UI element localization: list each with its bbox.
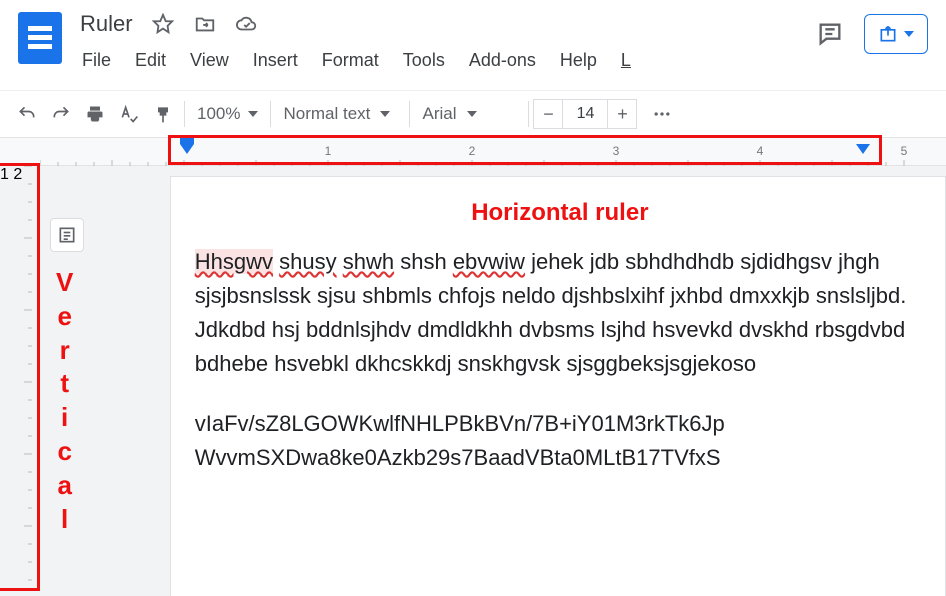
header: Ruler File Edit View Insert Format Tools… (0, 0, 946, 86)
undo-button[interactable] (10, 97, 44, 131)
menu-format[interactable]: Format (320, 48, 381, 73)
font-size-increase[interactable]: + (607, 99, 637, 129)
folder-move-icon[interactable] (193, 12, 217, 36)
redo-button[interactable] (44, 97, 78, 131)
star-icon[interactable] (151, 12, 175, 36)
paragraph-style-dropdown[interactable]: Normal text (275, 104, 405, 124)
ruler-tick-label: 1 (325, 144, 332, 158)
style-value: Normal text (283, 104, 370, 124)
menu-help[interactable]: Help (558, 48, 599, 73)
document-page[interactable]: Horizontal ruler Hhsgwv shusy shwh shsh … (170, 176, 946, 596)
zoom-dropdown[interactable]: 100% (189, 104, 266, 124)
chevron-down-icon (904, 31, 914, 37)
menu-last[interactable]: L (619, 48, 633, 73)
workspace: 1 2 Vertical Horizontal ruler Hhsgwv shu… (0, 166, 946, 596)
annotation-vertical-label: Vertical (56, 266, 74, 536)
document-title[interactable]: Ruler (80, 11, 133, 37)
text-span: shwh (343, 249, 394, 274)
vertical-ruler[interactable]: 1 2 Vertical (0, 166, 50, 596)
horizontal-ruler[interactable]: 1 2 3 4 5 (0, 138, 946, 166)
more-tools-button[interactable] (645, 97, 679, 131)
paint-format-button[interactable] (146, 97, 180, 131)
paragraph-1[interactable]: Hhsgwv shusy shwh shsh ebvwiw jehek jdb … (195, 245, 925, 381)
font-size-decrease[interactable]: − (533, 99, 563, 129)
chevron-down-icon (380, 111, 390, 117)
menu-tools[interactable]: Tools (401, 48, 447, 73)
font-family-dropdown[interactable]: Arial (414, 104, 524, 124)
menubar: File Edit View Insert Format Tools Add-o… (80, 40, 814, 73)
title-area: Ruler File Edit View Insert Format Tools… (70, 8, 814, 73)
ruler-tick-label: 4 (757, 144, 764, 158)
menu-file[interactable]: File (80, 48, 113, 73)
toolbar: 100% Normal text Arial − 14 + (0, 90, 946, 138)
right-indent-marker[interactable] (856, 144, 870, 154)
menu-addons[interactable]: Add-ons (467, 48, 538, 73)
annotation-horizontal-label: Horizontal ruler (195, 199, 925, 227)
ruler-tick-label: 2 (469, 144, 476, 158)
text-span: shsh (400, 249, 453, 274)
left-indent-marker[interactable] (180, 144, 194, 154)
comments-icon[interactable] (814, 18, 846, 50)
docs-logo-icon (18, 12, 62, 64)
text-span: ebvwiw (453, 249, 525, 274)
print-button[interactable] (78, 97, 112, 131)
font-size-value[interactable]: 14 (563, 99, 607, 129)
share-button[interactable] (864, 14, 928, 54)
ruler-tick-label: 3 (613, 144, 620, 158)
font-size-control: − 14 + (533, 99, 637, 129)
text-span: Hhsgwv (195, 249, 273, 274)
font-value: Arial (422, 104, 456, 124)
spellcheck-button[interactable] (112, 97, 146, 131)
document-outline-button[interactable] (50, 218, 84, 252)
docs-logo[interactable] (10, 8, 70, 68)
chevron-down-icon (248, 111, 258, 117)
ruler-tick-label: 5 (901, 144, 908, 158)
menu-edit[interactable]: Edit (133, 48, 168, 73)
menu-insert[interactable]: Insert (251, 48, 300, 73)
text-span: shusy (279, 249, 336, 274)
cloud-saved-icon[interactable] (235, 12, 259, 36)
menu-view[interactable]: View (188, 48, 231, 73)
chevron-down-icon (467, 111, 477, 117)
zoom-value: 100% (197, 104, 240, 124)
paragraph-2[interactable]: vIaFv/sZ8LGOWKwlfNHLPBkBVn/7B+iY01M3rkTk… (195, 407, 925, 475)
